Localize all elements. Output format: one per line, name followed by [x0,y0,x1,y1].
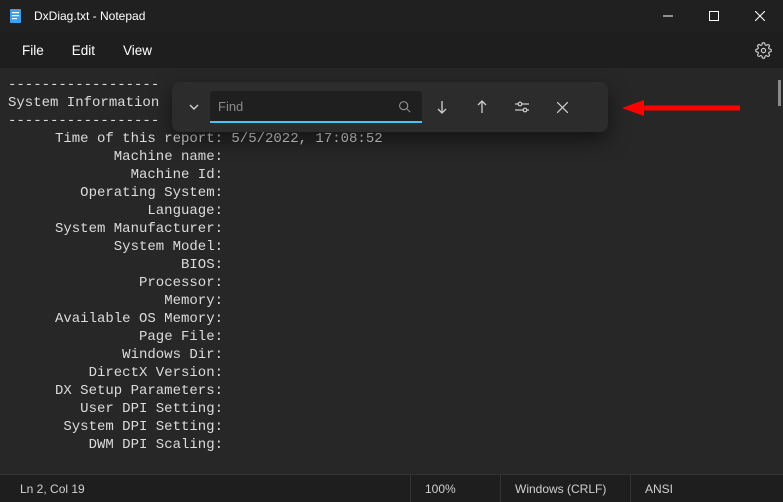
find-input[interactable] [218,99,394,114]
text-line: DX Setup Parameters: [8,382,775,400]
annotation-arrow [622,98,742,118]
status-bar: Ln 2, Col 19 100% Windows (CRLF) ANSI [0,474,783,502]
scrollbar-thumb[interactable] [778,80,781,106]
text-content[interactable]: ------------------System Information----… [8,76,775,454]
search-icon[interactable] [394,100,414,113]
text-line: Page File: [8,328,775,346]
text-line: BIOS: [8,256,775,274]
text-line: System Manufacturer: [8,220,775,238]
menu-edit[interactable]: Edit [58,37,109,64]
menu-file[interactable]: File [8,37,58,64]
find-previous-button[interactable] [462,89,502,125]
find-input-wrap [210,91,422,123]
text-line: Available OS Memory: [8,310,775,328]
title-bar: DxDiag.txt - Notepad [0,0,783,32]
notepad-icon [8,8,24,24]
window-title: DxDiag.txt - Notepad [34,9,645,23]
text-line: System Model: [8,238,775,256]
close-button[interactable] [737,0,783,32]
text-line: Memory: [8,292,775,310]
menu-bar: File Edit View [0,32,783,68]
close-find-button[interactable] [542,89,582,125]
status-encoding: ANSI [630,475,730,502]
text-line: Language: [8,202,775,220]
find-options-button[interactable] [502,89,542,125]
text-line: Operating System: [8,184,775,202]
text-line: Processor: [8,274,775,292]
status-cursor: Ln 2, Col 19 [0,475,410,502]
text-line: Machine Id: [8,166,775,184]
text-line: User DPI Setting: [8,400,775,418]
settings-button[interactable] [743,42,783,59]
text-line: DirectX Version: [8,364,775,382]
text-line: Time of this report: 5/5/2022, 17:08:52 [8,130,775,148]
text-line: System DPI Setting: [8,418,775,436]
text-line: Windows Dir: [8,346,775,364]
expand-replace-button[interactable] [178,89,210,125]
maximize-button[interactable] [691,0,737,32]
text-line: DWM DPI Scaling: [8,436,775,454]
find-next-button[interactable] [422,89,462,125]
status-zoom: 100% [410,475,500,502]
menu-view[interactable]: View [109,37,166,64]
status-eol: Windows (CRLF) [500,475,630,502]
text-line: Machine name: [8,148,775,166]
minimize-button[interactable] [645,0,691,32]
find-bar [172,82,608,132]
